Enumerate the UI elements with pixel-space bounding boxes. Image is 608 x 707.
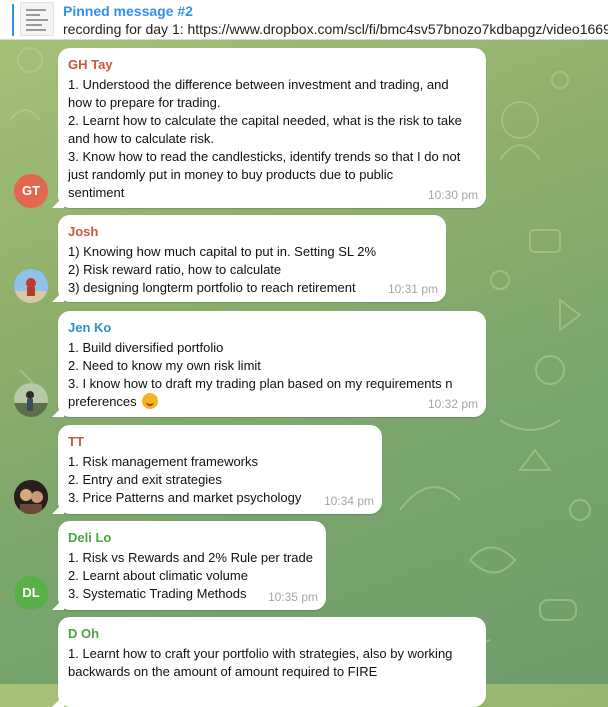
avatar-photo-icon xyxy=(14,383,48,417)
message-bubble[interactable]: Deli Lo 1. Risk vs Rewards and 2% Rule p… xyxy=(58,521,326,610)
message-line: 1. Risk vs Rewards and 2% Rule per trade xyxy=(68,550,313,565)
message-line: 1) Knowing how much capital to put in. S… xyxy=(68,244,377,259)
message-line: and how to calculate risk. xyxy=(68,131,214,146)
message-bubble[interactable]: Josh 1) Knowing how much capital to put … xyxy=(58,215,446,302)
pinned-text: recording for day 1: https://www.dropbox… xyxy=(63,21,608,37)
message-line: 2. Entry and exit strategies xyxy=(68,472,222,487)
message-line: 2. Need to know my own risk limit xyxy=(68,358,261,373)
avatar-photo-icon xyxy=(14,269,48,303)
message-line: 3. I know how to draft my trading plan b… xyxy=(68,376,453,391)
avatar[interactable]: DL xyxy=(14,576,48,610)
sender-name[interactable]: Josh xyxy=(68,224,436,239)
avatar[interactable] xyxy=(14,480,48,514)
timestamp: 10:35 pm xyxy=(267,590,318,604)
message-bubble[interactable]: D Oh 1. Learnt how to craft your portfol… xyxy=(58,617,486,707)
timestamp: 10:34 pm xyxy=(323,494,374,508)
timestamp: 10:30 pm xyxy=(427,188,478,202)
pinned-thumbnail xyxy=(20,2,54,36)
timestamp: 10:31 pm xyxy=(387,282,438,296)
timestamp: 10:32 pm xyxy=(427,397,478,411)
sender-name[interactable]: TT xyxy=(68,434,372,449)
message-line: sentiment xyxy=(68,185,125,200)
avatar[interactable] xyxy=(14,269,48,303)
sender-name[interactable]: Deli Lo xyxy=(68,530,316,545)
pinned-title: Pinned message #2 xyxy=(63,3,193,19)
message-bubble[interactable]: Jen Ko 1. Build diversified portfolio 2.… xyxy=(58,311,486,417)
message-line: 3. Know how to read the candlesticks, id… xyxy=(68,149,461,164)
message-line: how to prepare for trading. xyxy=(68,95,221,110)
message-line: 1. Build diversified portfolio xyxy=(68,340,224,355)
message-bubble[interactable]: TT 1. Risk management frameworks 2. Entr… xyxy=(58,425,382,514)
message-line: 1. Learnt how to craft your portfolio wi… xyxy=(68,646,453,661)
message-line: preferences xyxy=(68,393,476,411)
message-bubble[interactable]: GH Tay 1. Understood the difference betw… xyxy=(58,48,486,208)
pinned-message-bar[interactable]: Pinned message #2 recording for day 1: h… xyxy=(0,0,608,40)
pinned-indicator xyxy=(12,4,14,36)
message-line: 1. Understood the difference between inv… xyxy=(68,77,449,92)
message-line: 2. Learnt how to calculate the capital n… xyxy=(68,113,462,128)
message-line-text: preferences xyxy=(68,394,137,409)
avatar[interactable] xyxy=(14,383,48,417)
message-line: just randomly put in money to buy produc… xyxy=(68,167,394,182)
sender-name[interactable]: D Oh xyxy=(68,626,476,641)
message-line: 3) designing longterm portfolio to reach… xyxy=(68,280,356,295)
message-line: 2) Risk reward ratio, how to calculate xyxy=(68,262,282,277)
message-line: backwards on the amount of amount requir… xyxy=(68,664,378,679)
avatar-photo-icon xyxy=(14,480,48,514)
sender-name[interactable]: GH Tay xyxy=(68,57,476,72)
avatar[interactable]: GT xyxy=(14,174,48,208)
message-line: 2. Learnt about climatic volume xyxy=(68,568,248,583)
sender-name[interactable]: Jen Ko xyxy=(68,320,476,335)
grin-emoji-icon xyxy=(142,393,159,409)
message-line: 1. Risk management frameworks xyxy=(68,454,259,469)
